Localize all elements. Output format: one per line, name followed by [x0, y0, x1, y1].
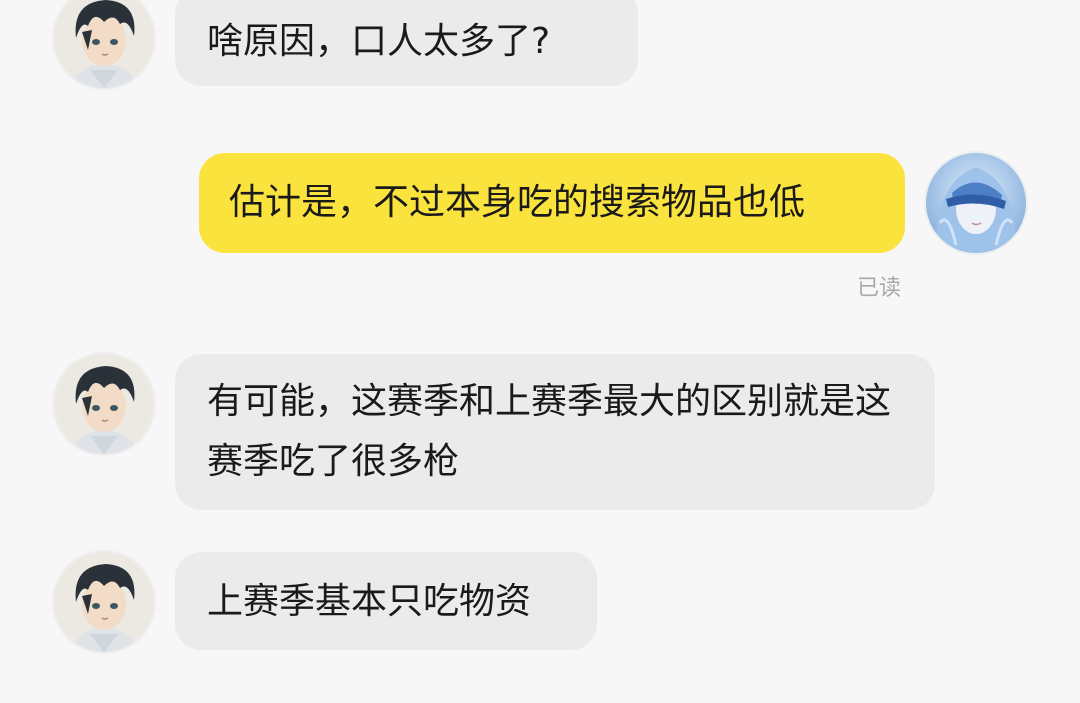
- contact-avatar[interactable]: [54, 0, 154, 88]
- message-text: 估计是，不过本身吃的搜索物品也低: [229, 182, 806, 223]
- message-bubble[interactable]: 上赛季基本只吃物资: [175, 552, 597, 650]
- message-bubble[interactable]: 啥原因，口人太多了?: [175, 0, 638, 86]
- message-bubble-own[interactable]: 估计是，不过本身吃的搜索物品也低: [199, 153, 905, 253]
- message-text: 上赛季基本只吃物资: [207, 581, 532, 622]
- message-text: 有可能，这赛季和上赛季最大的区别就是这赛季吃了很多枪: [207, 381, 892, 482]
- anime-boy-avatar-icon: [54, 0, 154, 88]
- contact-avatar[interactable]: [54, 552, 154, 652]
- anime-boy-avatar-icon: [54, 354, 154, 454]
- blue-hair-girl-avatar-icon: [926, 153, 1026, 253]
- read-status-label: 已读: [857, 276, 902, 301]
- chat-window: 啥原因，口人太多了? 估计是，不过本身吃的搜索物品也低 已读 有可能，这赛季和上…: [0, 0, 1080, 703]
- message-text: 啥原因，口人太多了?: [207, 21, 551, 62]
- message-bubble[interactable]: 有可能，这赛季和上赛季最大的区别就是这赛季吃了很多枪: [175, 354, 935, 510]
- anime-boy-avatar-icon: [54, 552, 154, 652]
- contact-avatar[interactable]: [54, 354, 154, 454]
- user-avatar[interactable]: [926, 153, 1026, 253]
